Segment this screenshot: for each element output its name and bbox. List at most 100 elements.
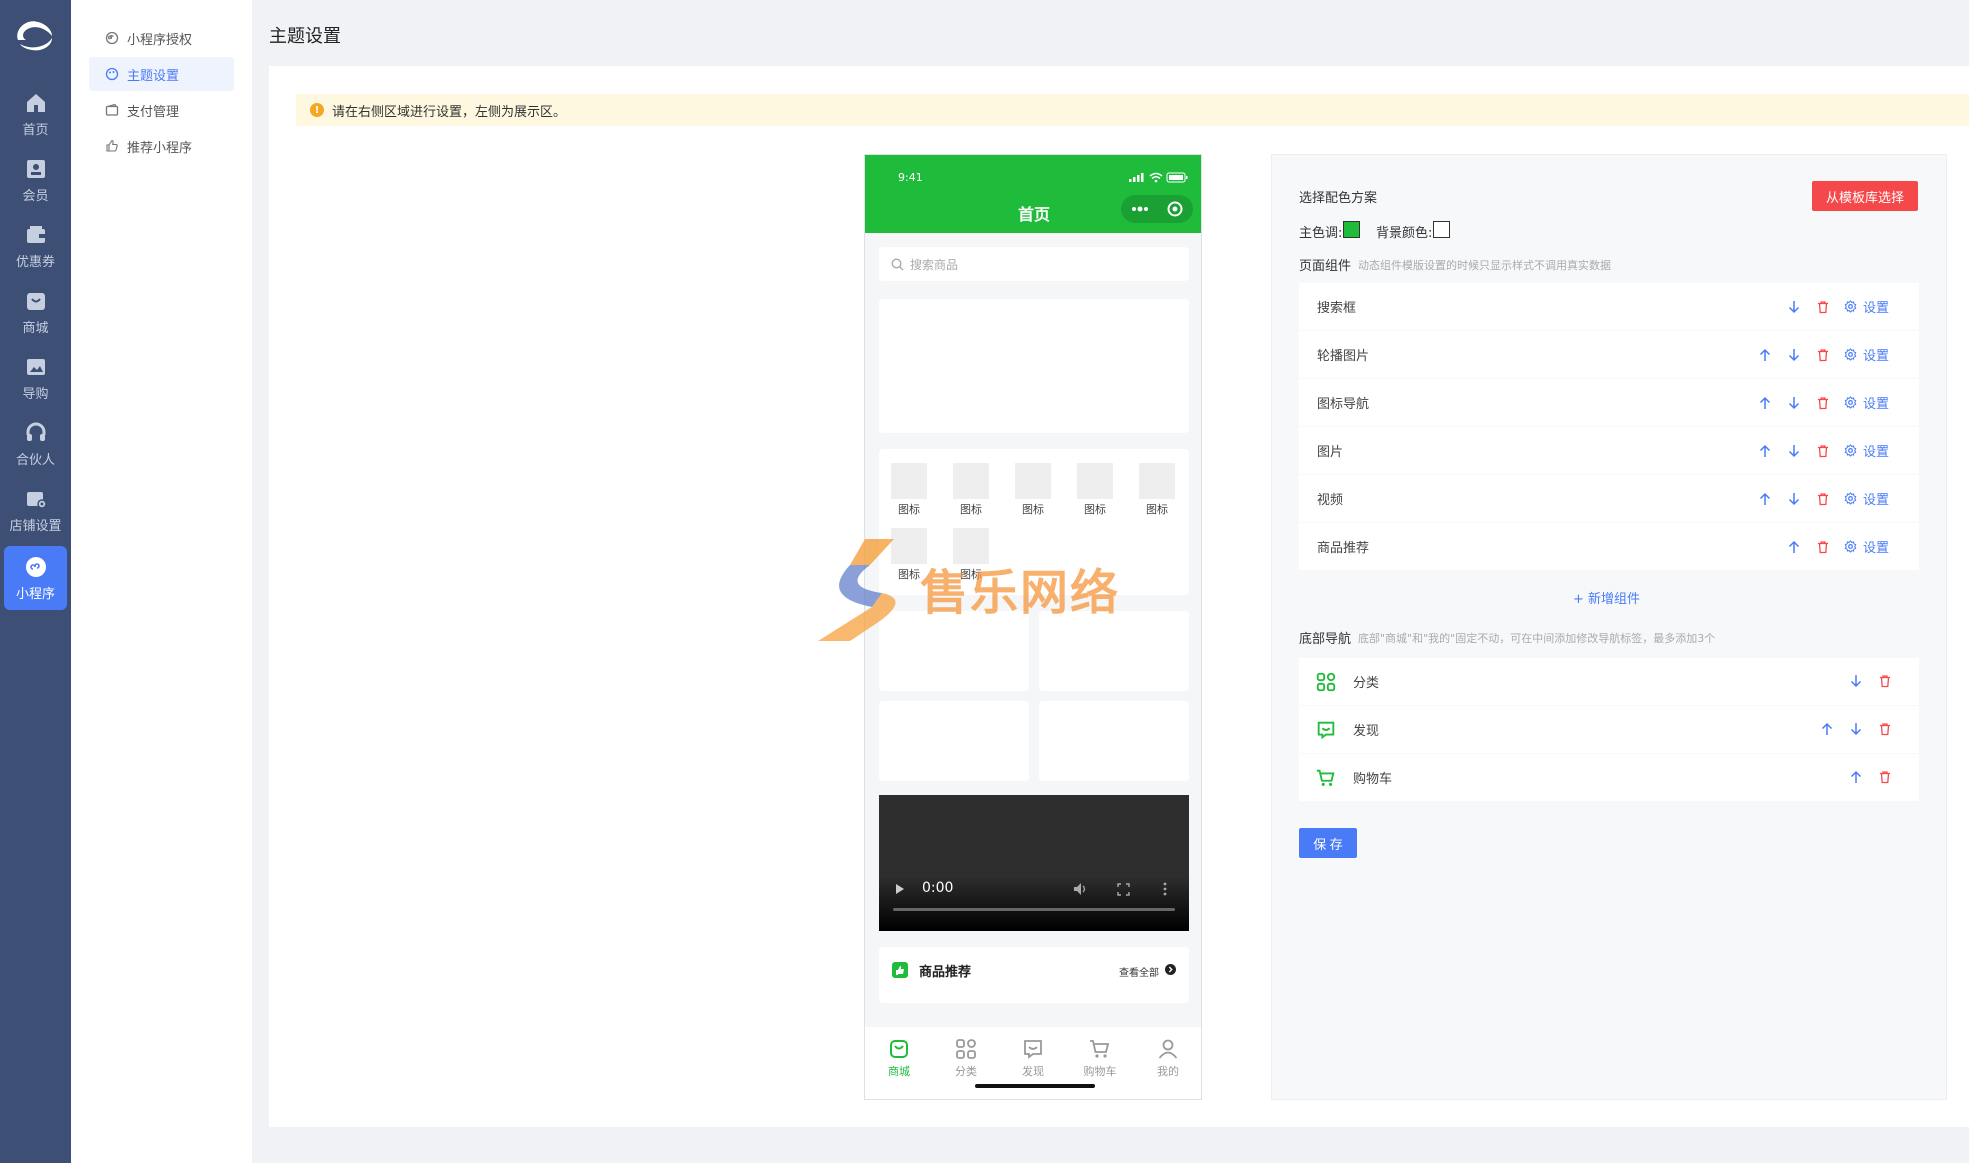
rail-item-store-settings[interactable]: 店铺设置	[4, 478, 67, 542]
capsule-menu[interactable]	[1121, 195, 1193, 223]
phone-tab-mall[interactable]: 商城	[874, 1037, 924, 1079]
trash-icon[interactable]	[1816, 300, 1830, 314]
save-button[interactable]: 保 存	[1299, 828, 1357, 858]
sub-menu: 小程序授权 主题设置 支付管理 推荐小程序	[71, 0, 252, 1163]
arrow-down-icon[interactable]	[1787, 348, 1801, 362]
category-grid-icon	[956, 1039, 976, 1059]
component-row: 商品推荐 设置	[1299, 523, 1919, 570]
component-settings-button[interactable]: 设置	[1844, 393, 1889, 412]
rail-item-label: 商城	[22, 320, 49, 336]
page-components-label: 页面组件	[1299, 259, 1352, 274]
arrow-up-icon[interactable]	[1758, 396, 1772, 410]
bottom-nav-label: 底部导航	[1299, 632, 1352, 647]
trash-icon[interactable]	[1816, 444, 1830, 458]
select-from-template-button[interactable]: 从模板库选择	[1812, 181, 1918, 211]
rail-item-label: 首页	[22, 122, 49, 138]
trash-icon[interactable]	[1878, 770, 1892, 784]
search-icon	[891, 257, 904, 270]
icon-nav-item[interactable]: 图标	[891, 463, 927, 517]
arrow-down-icon[interactable]	[1787, 444, 1801, 458]
rail-item-members[interactable]: 会员	[4, 148, 67, 212]
rail-item-label: 小程序	[15, 586, 55, 602]
picture-icon	[26, 358, 45, 375]
component-settings-button[interactable]: 设置	[1844, 345, 1889, 364]
arrow-up-icon[interactable]	[1787, 540, 1801, 554]
icon-nav-item[interactable]: 图标	[953, 463, 989, 517]
component-settings-button[interactable]: 设置	[1844, 489, 1889, 508]
watermark-text: 售乐网络	[920, 565, 1121, 621]
component-settings-button[interactable]: 设置	[1844, 297, 1889, 316]
trash-icon[interactable]	[1816, 492, 1830, 506]
arrow-down-icon[interactable]	[1849, 722, 1863, 736]
main-nav-rail: 首页 会员 优惠券 商城 导购 合伙人 店铺设置 小程序	[0, 0, 71, 1163]
headset-icon	[26, 422, 45, 441]
phone-search-bar[interactable]: 搜索商品	[879, 247, 1189, 281]
rail-item-guide[interactable]: 导购	[4, 346, 67, 410]
more-vertical-icon[interactable]	[1163, 882, 1167, 896]
icon-nav-item[interactable]: 图标	[1015, 463, 1051, 517]
notice-bar: ! 请在右侧区域进行设置，左侧为展示区。	[296, 94, 1969, 126]
notice-text: 请在右侧区域进行设置，左侧为展示区。	[332, 104, 567, 120]
component-settings-button[interactable]: 设置	[1844, 537, 1889, 556]
phone-tab-discover[interactable]: 发现	[1008, 1037, 1058, 1079]
arrow-down-icon[interactable]	[1787, 396, 1801, 410]
phone-tab-mine[interactable]: 我的	[1143, 1037, 1193, 1079]
rail-item-coupons[interactable]: 优惠券	[4, 214, 67, 278]
home-icon	[26, 93, 45, 112]
background-color-swatch[interactable]	[1433, 221, 1450, 238]
submenu-item-label: 小程序授权	[127, 32, 193, 48]
rail-item-mall[interactable]: 商城	[4, 280, 67, 344]
cart-icon	[1090, 1040, 1110, 1058]
member-card-icon	[26, 159, 45, 178]
gear-icon	[1844, 300, 1857, 313]
phone-tab-cart[interactable]: 购物车	[1075, 1037, 1125, 1079]
rail-item-partners[interactable]: 合伙人	[4, 412, 67, 476]
close-target-icon[interactable]	[1167, 201, 1183, 217]
arrow-up-icon[interactable]	[1849, 770, 1863, 784]
palette-icon	[105, 67, 119, 81]
shopping-bag-icon	[890, 1040, 908, 1058]
watermark: 售乐网络	[810, 535, 1150, 645]
trash-icon[interactable]	[1816, 396, 1830, 410]
video-progress-bar[interactable]	[893, 908, 1175, 911]
arrow-up-icon[interactable]	[1758, 492, 1772, 506]
fullscreen-icon[interactable]	[1117, 883, 1130, 896]
component-settings-button[interactable]: 设置	[1844, 441, 1889, 460]
submenu-item-theme-settings[interactable]: 主题设置	[89, 57, 234, 91]
volume-icon[interactable]	[1073, 882, 1089, 896]
trash-icon[interactable]	[1816, 540, 1830, 554]
more-dots-icon[interactable]	[1131, 204, 1149, 214]
nav-row-name: 发现	[1353, 724, 1380, 739]
arrow-down-icon[interactable]	[1787, 300, 1801, 314]
bottom-nav-hint: 底部"商城"和"我的"固定不动，可在中间添加修改导航标签，最多添加3个	[1358, 632, 1716, 645]
component-row: 搜索框 设置	[1299, 283, 1919, 330]
discover-chat-icon	[1317, 721, 1335, 739]
main-color-swatch[interactable]	[1343, 221, 1360, 238]
icon-nav-item[interactable]: 图标	[1139, 463, 1175, 517]
rail-item-mini-program[interactable]: 小程序	[4, 546, 67, 610]
nav-row-cart: 购物车	[1299, 754, 1919, 801]
color-scheme-label: 选择配色方案	[1299, 191, 1378, 206]
background-color-label: 背景颜色:	[1376, 226, 1433, 241]
icon-nav-item[interactable]: 图标	[1077, 463, 1113, 517]
trash-icon[interactable]	[1816, 348, 1830, 362]
arrow-up-icon[interactable]	[1758, 348, 1772, 362]
trash-icon[interactable]	[1878, 674, 1892, 688]
add-component-button[interactable]: + 新增组件	[1573, 588, 1640, 607]
view-all-link[interactable]: 查看全部	[1119, 964, 1159, 979]
arrow-up-icon[interactable]	[1758, 444, 1772, 458]
thumbs-up-icon	[106, 139, 118, 152]
arrow-right-circle-icon[interactable]	[1165, 964, 1176, 975]
arrow-down-icon[interactable]	[1787, 492, 1801, 506]
phone-tab-category[interactable]: 分类	[941, 1037, 991, 1079]
arrow-down-icon[interactable]	[1849, 674, 1863, 688]
image-placeholder	[879, 701, 1029, 781]
component-row: 图片 设置	[1299, 427, 1919, 474]
category-grid-icon	[1316, 672, 1336, 691]
arrow-up-icon[interactable]	[1820, 722, 1834, 736]
rail-item-home[interactable]: 首页	[4, 82, 67, 146]
video-player[interactable]: 0:00	[879, 795, 1189, 931]
trash-icon[interactable]	[1878, 722, 1892, 736]
play-icon[interactable]	[895, 883, 905, 895]
gear-icon	[1844, 396, 1857, 409]
